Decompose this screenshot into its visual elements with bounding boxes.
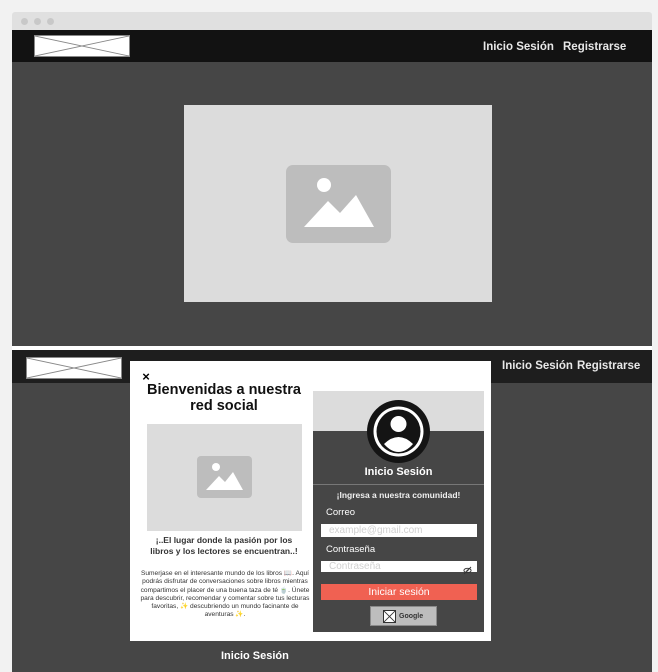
password-field[interactable] (321, 561, 477, 572)
user-avatar-icon (367, 400, 430, 463)
google-icon (383, 610, 396, 623)
browser-titlebar (12, 12, 652, 30)
eye-slash-icon[interactable] (463, 562, 472, 575)
nav-register-link[interactable]: Registrarse (577, 360, 640, 372)
panel-divider (313, 484, 484, 485)
tagline-text: ¡..El lugar donde la pasión por los libr… (150, 535, 298, 556)
description-text: Sumerjase en el interesante mundo de los… (140, 570, 310, 619)
nav-login-link[interactable]: Inicio Sesión (502, 360, 573, 372)
window-dot-icon (21, 18, 28, 25)
nav-register-link[interactable]: Registrarse (563, 41, 626, 53)
image-icon (197, 456, 252, 498)
window-dot-icon (47, 18, 54, 25)
login-panel-subtitle: ¡Ingresa a nuestra comunidad! (336, 490, 461, 500)
login-panel-title: Inicio Sesión (364, 466, 433, 478)
footer-login-link[interactable]: Inicio Sesión (221, 650, 289, 662)
image-icon (286, 165, 391, 243)
email-field[interactable] (321, 524, 477, 537)
logo-placeholder-icon[interactable] (26, 357, 122, 379)
welcome-title: Bienvenidas a nuestra red social (147, 382, 301, 414)
password-label: Contraseña (326, 544, 376, 555)
nav-login-link[interactable]: Inicio Sesión (483, 41, 554, 53)
login-submit-button[interactable]: Iniciar sesión (321, 584, 477, 600)
window-dot-icon (34, 18, 41, 25)
google-button-label: Google (399, 613, 424, 620)
google-login-button[interactable]: Google (370, 606, 437, 626)
logo-placeholder-icon[interactable] (34, 35, 130, 57)
email-label: Correo (326, 507, 356, 518)
